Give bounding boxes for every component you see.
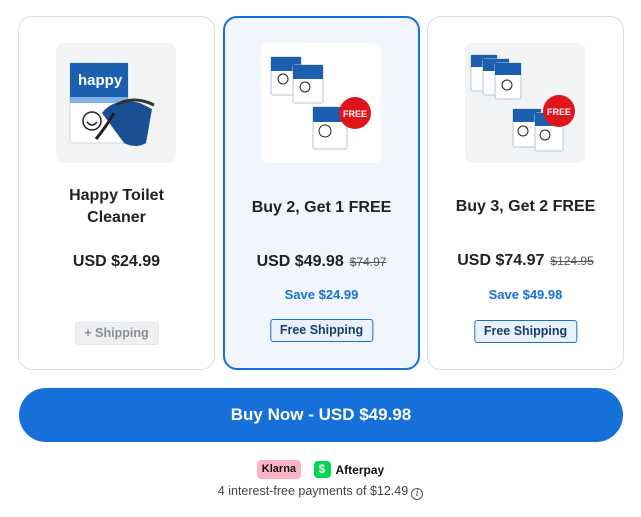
offer-cards: happy Happy Toilet Cleaner USD $24.99 + … [18,16,624,370]
offer-price: USD $24.99 [19,253,214,271]
price-current: USD $49.98 [256,253,344,270]
savings-text: Save $24.99 [284,287,359,302]
offer-card-single[interactable]: happy Happy Toilet Cleaner USD $24.99 + … [18,16,215,370]
afterpay-label: Afterpay [335,462,385,477]
offer-price: USD $49.98 $74.97 [225,253,418,271]
afterpay-logo: $ Afterpay [313,461,385,478]
payment-options: Klarna $ Afterpay [0,460,641,482]
three-boxes-free-badge-icon: FREE [270,56,371,150]
installments-text: 4 interest-free payments of $12.49 i [0,484,641,500]
svg-text:FREE: FREE [547,107,571,117]
product-image: FREE [465,43,585,163]
buy-now-button[interactable]: Buy Now - USD $49.98 [19,388,623,442]
price-original: $124.95 [550,254,594,268]
price-current: USD $74.97 [457,252,545,269]
product-image: FREE [261,43,381,163]
cashapp-icon: $ [313,461,331,478]
shipping-badge: Free Shipping [473,320,578,343]
five-boxes-free-badge-icon: FREE [470,54,575,152]
offer-title: Buy 2, Get 1 FREE [251,199,392,216]
offer-title: Buy 3, Get 2 FREE [455,198,596,215]
product-box-with-tablet-icon: happy [69,62,155,146]
offer-card-buy2get1[interactable]: FREE Buy 2, Get 1 FREE USD $49.98 $74.97 … [223,16,420,370]
installments-label: 4 interest-free payments of $12.49 [217,484,409,498]
offer-title: Happy Toilet Cleaner [69,187,164,226]
info-icon[interactable]: i [411,488,424,500]
product-image: happy [56,43,176,163]
price-original: $74.97 [349,255,387,269]
price-current: USD $24.99 [72,253,161,270]
savings-text: Save $49.98 [488,287,563,302]
svg-text:happy: happy [78,72,123,89]
shipping-badge: Free Shipping [269,319,374,342]
offer-card-buy3get2[interactable]: FREE Buy 3, Get 2 FREE USD $74.97 $124.95… [427,16,624,370]
svg-text:FREE: FREE [343,109,367,119]
offer-price: USD $74.97 $124.95 [428,252,623,270]
shipping-badge: + Shipping [74,322,159,345]
klarna-logo: Klarna [256,460,302,479]
